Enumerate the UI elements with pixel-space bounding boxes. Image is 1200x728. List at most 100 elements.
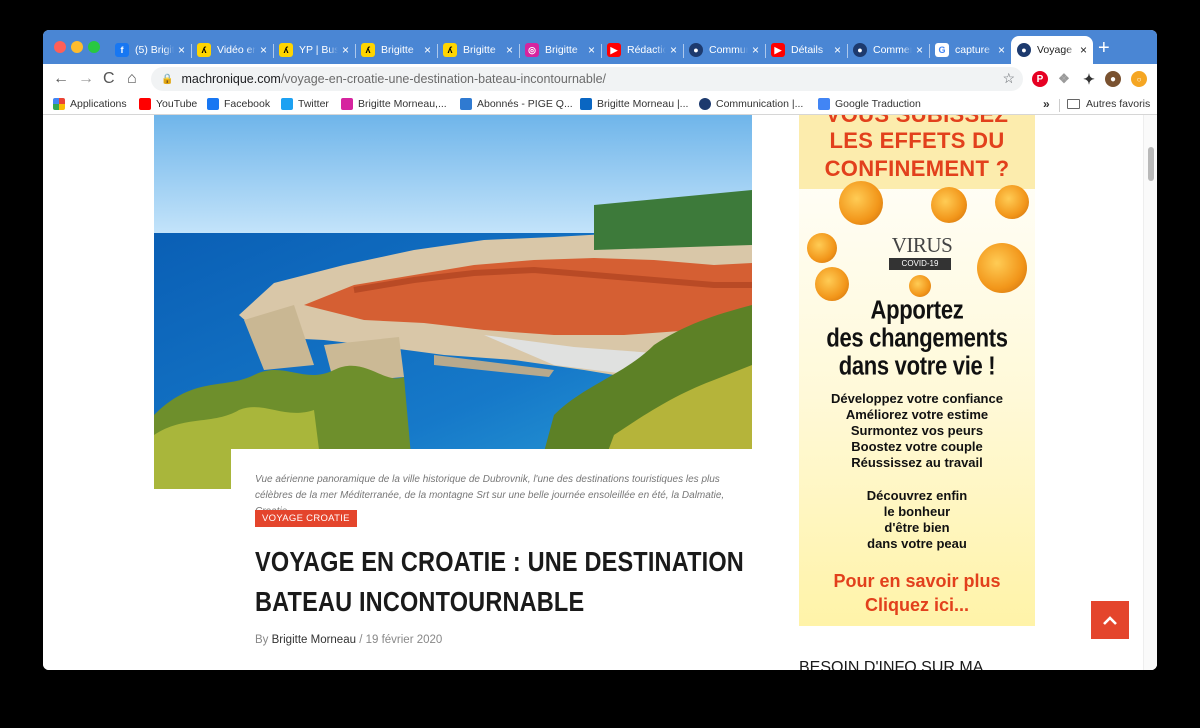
tab-title: Voyage (1037, 44, 1073, 56)
close-tab-icon[interactable]: × (998, 43, 1005, 57)
browser-tab[interactable]: Gcapture × (929, 36, 1011, 64)
bookmark-item[interactable]: Google Traduction (818, 98, 921, 110)
close-tab-icon[interactable]: × (588, 43, 595, 57)
ad-headline-2: LES EFFETS DU (829, 128, 1005, 153)
close-tab-icon[interactable]: × (342, 43, 349, 57)
ad-big-line-1: Apportez (870, 295, 964, 325)
browser-tab[interactable]: ʎ Brigitte × (437, 36, 519, 64)
tab-title: Comment (873, 44, 912, 56)
confinement-ad-banner[interactable]: VOUS SUBISSEZ LES EFFETS DU CONFINEMENT … (799, 115, 1035, 626)
ad-virus-text: VIRUS (891, 233, 953, 257)
bookmark-item[interactable]: Twitter (281, 98, 329, 110)
browser-tab[interactable]: ◎ Brigitte × (519, 36, 601, 64)
web-page: Vue aérienne panoramique de la ville his… (43, 115, 1157, 670)
tab-title: Brigitte (381, 44, 414, 56)
ad-discover-line: Découvrez enfin (866, 488, 968, 503)
page-scrollbar[interactable] (1143, 115, 1157, 670)
byline: By Brigitte Morneau / 19 février 2020 (255, 634, 442, 646)
dropbox-extension-icon[interactable]: ❖ (1056, 71, 1072, 87)
new-tab-button[interactable]: + (1098, 38, 1110, 58)
address-host: machronique.com (181, 72, 281, 86)
bookmark-item[interactable]: YouTube (139, 98, 197, 110)
yp-icon: ʎ (197, 43, 211, 57)
browser-tab[interactable]: ʎ Vidéo en ligne × (191, 36, 273, 64)
close-tab-icon[interactable]: × (670, 43, 677, 57)
profile-avatar[interactable]: ● (1105, 71, 1121, 87)
address-path: /voyage-en-croatie-une-destination-batea… (280, 72, 607, 86)
bookmarks-more-button[interactable]: » (1043, 97, 1050, 111)
ad-headline-3: CONFINEMENT ? (824, 156, 1010, 181)
reload-button[interactable]: C (103, 70, 115, 88)
ad-list-item: Développez votre confiance (831, 391, 1003, 406)
close-tab-icon[interactable]: × (752, 43, 759, 57)
globe-icon (699, 98, 711, 110)
browser-tab[interactable]: ▶ Détails × (765, 36, 847, 64)
close-tab-icon[interactable]: × (424, 43, 431, 57)
google-icon: G (935, 43, 949, 57)
bookmark-label: Brigitte Morneau |... (597, 98, 689, 110)
other-bookmarks-label: Autres favoris (1086, 98, 1151, 110)
virus-illustration (995, 185, 1029, 219)
ad-headline-1: VOUS SUBISSEZ (799, 115, 1035, 128)
ad-discover-line: dans votre peau (867, 536, 967, 551)
maximize-window-button[interactable] (88, 41, 100, 53)
back-button[interactable]: ← (53, 70, 69, 88)
globe-icon: ● (689, 43, 703, 57)
close-tab-icon[interactable]: × (834, 43, 841, 57)
browser-tab[interactable]: f (5) Brigitte × (109, 36, 191, 64)
pinterest-extension-icon[interactable]: P (1032, 71, 1048, 87)
browser-tab[interactable]: ● Communication × (683, 36, 765, 64)
facebook-icon (207, 98, 219, 110)
virus-illustration (931, 187, 967, 223)
tab-title: Brigitte (463, 44, 496, 56)
article-title-line-1: VOYAGE EN CROATIE : UNE DESTINATION (255, 546, 744, 577)
bookmark-item[interactable]: Applications (53, 98, 127, 110)
youtube-icon (139, 98, 151, 110)
close-tab-icon[interactable]: × (916, 43, 923, 57)
ad-cta-line-2[interactable]: Cliquez ici... (799, 595, 1035, 616)
browser-tab[interactable]: ● Comment × (847, 36, 929, 64)
translate-icon (818, 98, 830, 110)
bookmark-item[interactable]: Facebook (207, 98, 270, 110)
bookmark-label: Brigitte Morneau,... (358, 98, 447, 110)
back-to-top-button[interactable] (1091, 601, 1129, 639)
tab-strip: f (5) Brigitte × ʎ Vidéo en ligne × ʎ YP | Busi… (43, 30, 1157, 64)
home-button[interactable]: ⌂ (127, 70, 137, 88)
ad-list-item: Boostez votre couple (851, 439, 983, 454)
other-bookmarks-folder[interactable]: Autres favoris (1067, 98, 1150, 110)
bookmark-label: Applications (70, 98, 127, 110)
minimize-window-button[interactable] (71, 41, 83, 53)
bookmark-star-icon[interactable]: ☆ (1002, 70, 1015, 87)
browser-tab[interactable]: ʎ Brigitte × (355, 36, 437, 64)
close-window-button[interactable] (54, 41, 66, 53)
ad-big-line-2: des changements (826, 323, 1008, 353)
browser-tab[interactable]: ▶ Rédaction × (601, 36, 683, 64)
author-link[interactable]: Brigitte Morneau (272, 634, 356, 646)
address-bar[interactable]: 🔒 machronique.com/voyage-en-croatie-une-… (151, 67, 1023, 91)
virus-illustration (909, 275, 931, 297)
bookmark-item[interactable]: Brigitte Morneau |... (580, 98, 688, 110)
ad-discover-line: d'être bien (884, 520, 950, 535)
article-title: VOYAGE EN CROATIE : UNE DESTINATION BATE… (255, 542, 744, 622)
browser-tab[interactable]: ʎ YP | Business × (273, 36, 355, 64)
scrollbar-thumb[interactable] (1148, 147, 1154, 181)
close-tab-icon[interactable]: × (1080, 43, 1087, 57)
forward-button[interactable]: → (78, 70, 94, 88)
category-tag[interactable]: VOYAGE CROATIE (255, 510, 357, 527)
ad-cta-line-1[interactable]: Pour en savoir plus (799, 571, 1035, 592)
globe-icon: ● (1017, 43, 1031, 57)
update-extension-icon[interactable]: ○ (1131, 71, 1147, 87)
extensions-puzzle-icon[interactable]: ✦ (1081, 71, 1097, 87)
toolbar: ← → C ⌂ 🔒 machronique.com/voyage-en-croa… (43, 64, 1157, 96)
close-tab-icon[interactable]: × (260, 43, 267, 57)
close-tab-icon[interactable]: × (506, 43, 513, 57)
youtube-icon: ▶ (771, 43, 785, 57)
bookmark-item[interactable]: Brigitte Morneau,... (341, 98, 447, 110)
tab-title: Brigitte (545, 44, 578, 56)
tab-title: Vidéo en ligne (217, 44, 256, 56)
virus-illustration (839, 181, 883, 225)
close-tab-icon[interactable]: × (178, 43, 185, 57)
bookmark-item[interactable]: Communication |... (699, 98, 803, 110)
browser-tab[interactable]: ● Voyage × (1011, 36, 1093, 64)
bookmark-item[interactable]: Abonnés - PIGE Q... (460, 98, 573, 110)
